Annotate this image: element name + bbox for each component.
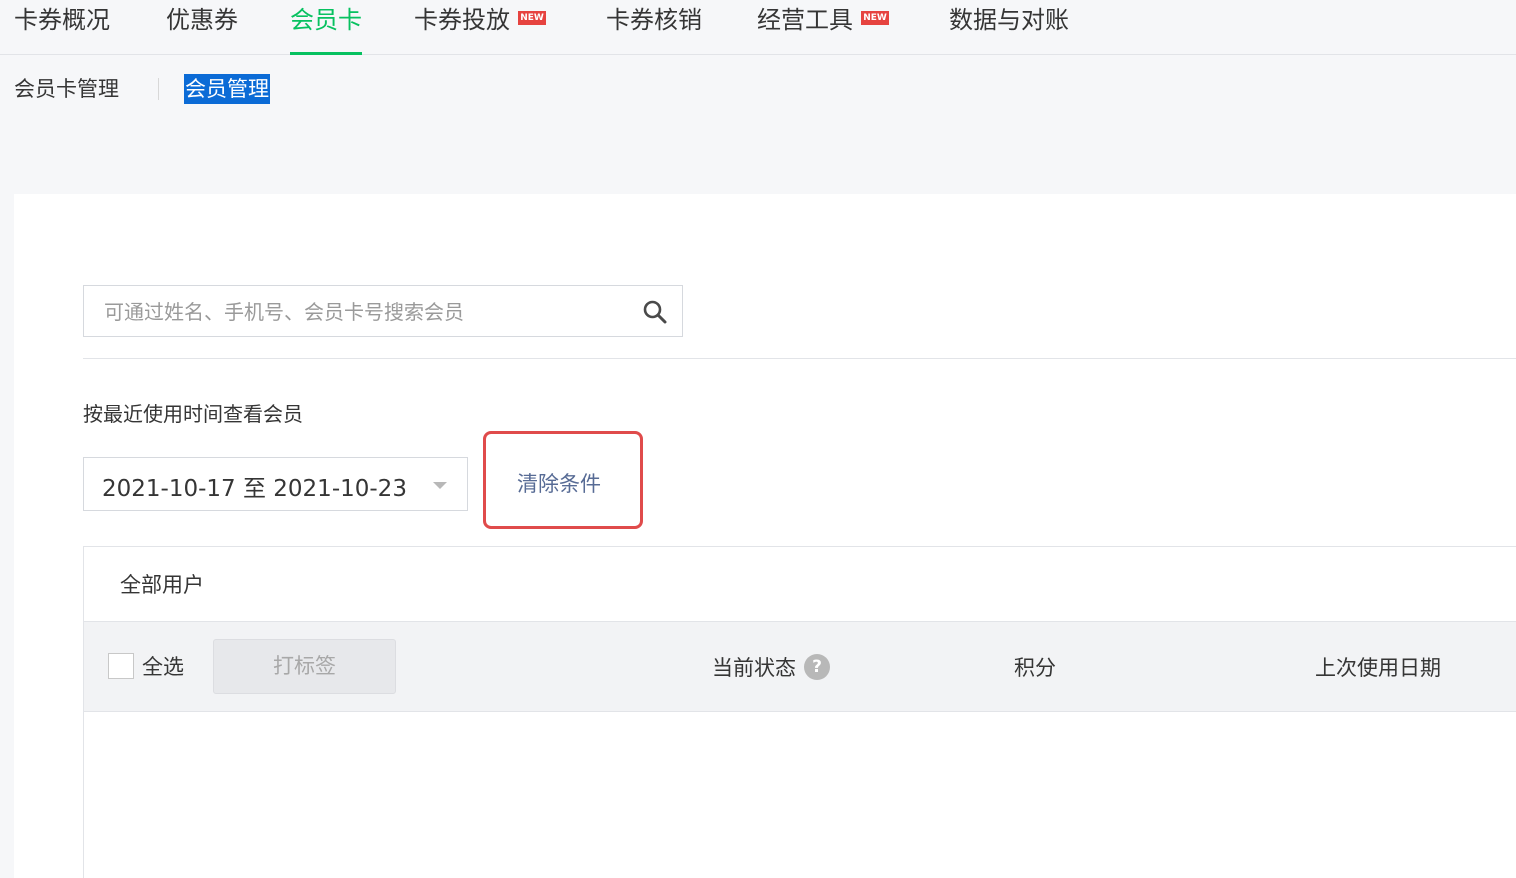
nav-item-overview[interactable]: 卡券概况 xyxy=(14,0,110,54)
nav-item-label: 卡券核销 xyxy=(606,6,702,34)
divider xyxy=(83,358,1516,359)
clear-filters-link[interactable]: 清除条件 xyxy=(517,468,601,498)
column-header-last-used-date: 上次使用日期 xyxy=(1315,656,1441,680)
active-tab-indicator xyxy=(290,52,362,55)
column-header-status: 当前状态? xyxy=(712,652,830,682)
select-all-label[interactable]: 全选 xyxy=(142,651,184,681)
top-nav: 卡券概况 优惠券 会员卡 卡券投放 NEW 卡券核销 经营工具 NEW 数据与对账 xyxy=(0,0,1516,55)
main-panel: 按最近使用时间查看会员 2021-10-17 至 2021-10-23 清除条件… xyxy=(14,194,1516,878)
tab-all-users[interactable]: 全部用户 xyxy=(120,569,204,599)
new-badge: NEW xyxy=(861,11,889,25)
nav-item-coupons[interactable]: 优惠券 xyxy=(166,0,238,54)
search-icon[interactable] xyxy=(642,299,668,325)
select-all-checkbox[interactable] xyxy=(108,653,134,679)
nav-item-label: 会员卡 xyxy=(290,6,362,34)
nav-item-label: 优惠券 xyxy=(166,6,238,34)
column-header-points: 积分 xyxy=(1014,656,1056,680)
subnav-member-management[interactable]: 会员管理 xyxy=(184,74,270,104)
nav-item-distribution[interactable]: 卡券投放 NEW xyxy=(414,0,546,54)
members-table: 全部用户 全选 打标签 当前状态? 积分 上次使用日期 xyxy=(83,546,1516,878)
nav-item-member-card[interactable]: 会员卡 xyxy=(290,0,362,55)
subnav-member-card-management[interactable]: 会员卡管理 xyxy=(14,77,119,101)
sub-nav: 会员卡管理 会员管理 xyxy=(14,74,270,104)
new-badge: NEW xyxy=(518,11,546,25)
date-range-select[interactable]: 2021-10-17 至 2021-10-23 xyxy=(83,457,468,511)
nav-item-business-tools[interactable]: 经营工具 NEW xyxy=(757,0,889,54)
chevron-down-icon xyxy=(433,482,447,489)
nav-item-verification[interactable]: 卡券核销 xyxy=(606,0,702,54)
nav-item-label: 卡券投放 xyxy=(414,6,510,34)
nav-item-label: 数据与对账 xyxy=(949,6,1069,34)
nav-item-label: 经营工具 xyxy=(757,6,853,34)
search-input[interactable] xyxy=(102,294,626,330)
column-header-label: 当前状态 xyxy=(712,656,796,680)
filter-label: 按最近使用时间查看会员 xyxy=(83,402,303,426)
table-header: 全选 打标签 当前状态? 积分 上次使用日期 xyxy=(84,621,1516,712)
nav-item-label: 卡券概况 xyxy=(14,6,110,34)
date-range-value: 2021-10-17 至 2021-10-23 xyxy=(102,476,407,502)
nav-item-data-reconciliation[interactable]: 数据与对账 xyxy=(949,0,1069,54)
search-box xyxy=(83,285,683,337)
tag-button[interactable]: 打标签 xyxy=(213,639,396,694)
help-icon[interactable]: ? xyxy=(804,654,830,680)
subnav-divider xyxy=(158,78,159,100)
